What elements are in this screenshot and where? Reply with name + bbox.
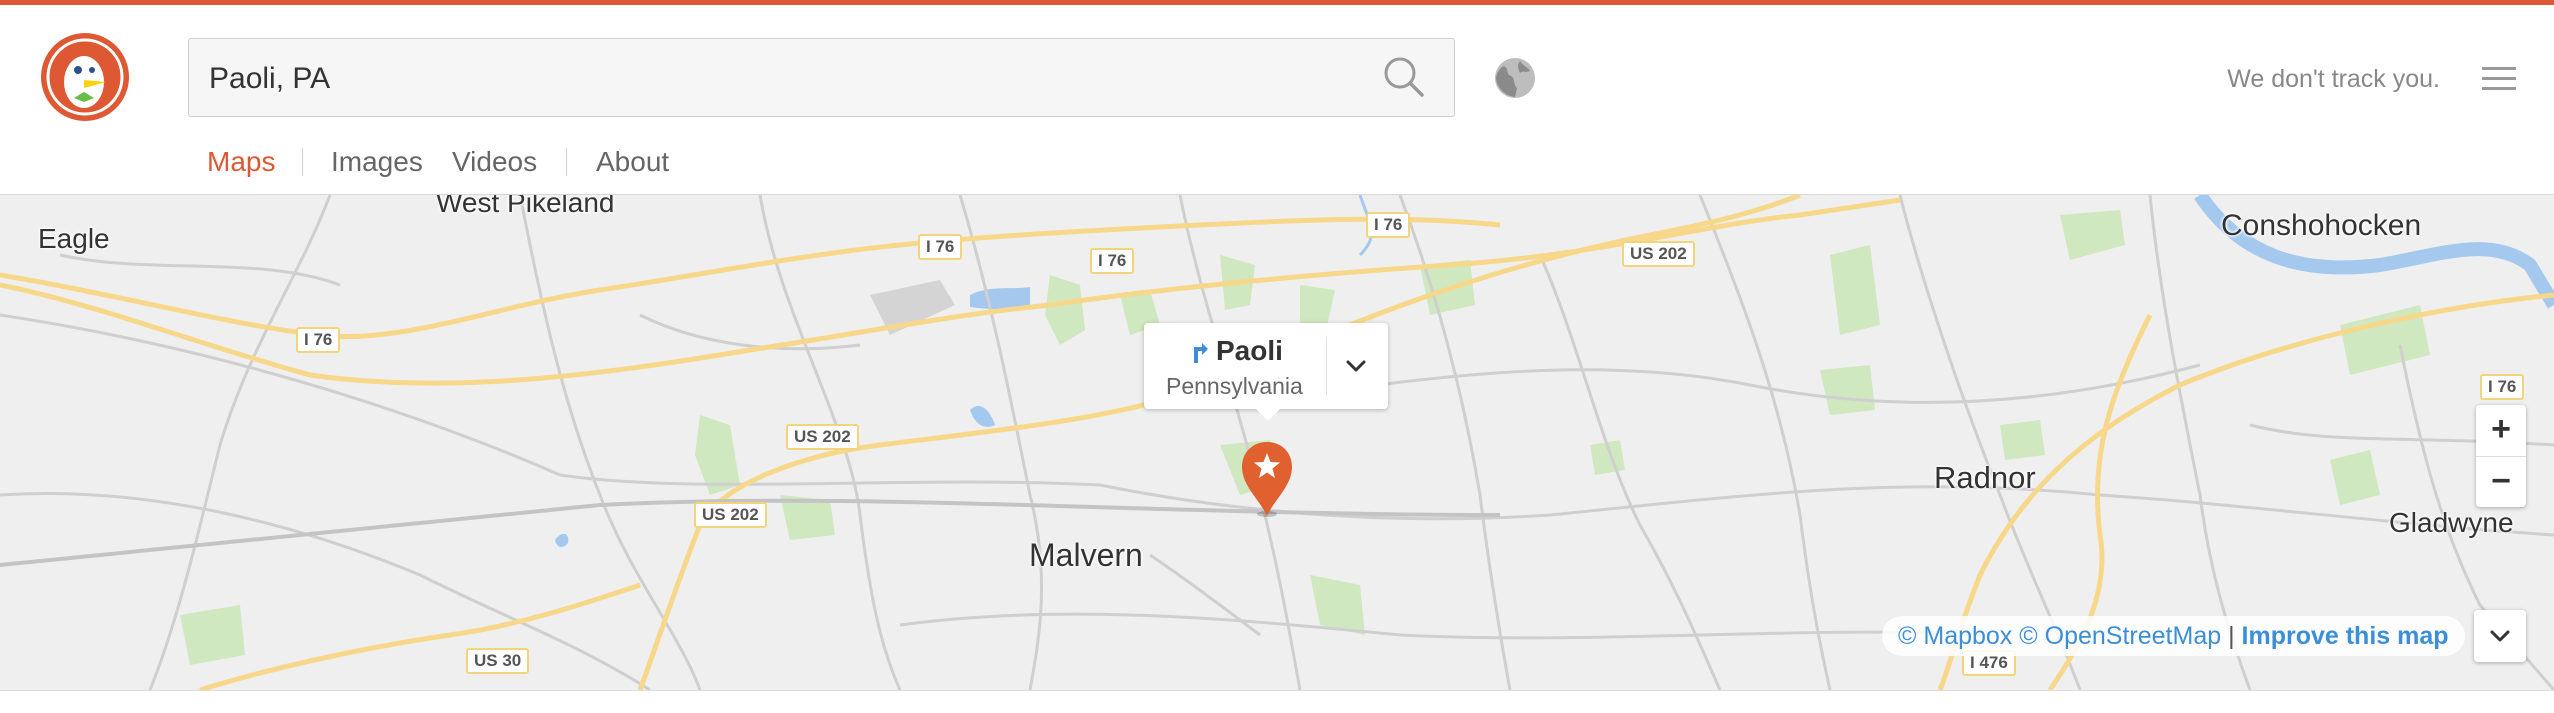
place-label: Radnor: [1934, 460, 2036, 495]
zoom-out-button[interactable]: −: [2476, 457, 2526, 507]
chevron-down-icon: [2490, 630, 2510, 642]
place-label: West Pikeland: [436, 195, 615, 218]
search-box: [188, 38, 1455, 118]
privacy-tagline: We don't track you.: [2227, 65, 2440, 93]
zoom-in-button[interactable]: +: [2476, 405, 2526, 455]
search-input[interactable]: [207, 39, 1361, 118]
hamburger-menu-icon[interactable]: [2482, 65, 2516, 93]
mapbox-link[interactable]: © Mapbox: [1898, 622, 2012, 650]
popup-divider: [1326, 337, 1327, 395]
road-shield: I 76: [296, 327, 341, 353]
collapse-map-button[interactable]: [2474, 610, 2526, 662]
page-bottom: [0, 690, 2554, 713]
road-shield: US 202: [1622, 241, 1695, 267]
road-shield: I 76: [2480, 374, 2525, 400]
map-pin-icon[interactable]: [1240, 440, 1294, 520]
map-attribution: © Mapbox © OpenStreetMap | Improve this …: [1882, 616, 2465, 656]
openstreetmap-link[interactable]: © OpenStreetMap: [2019, 622, 2221, 650]
improve-map-link[interactable]: Improve this map: [2242, 622, 2449, 650]
tab-maps[interactable]: Maps: [207, 140, 276, 201]
popup-subtitle: Pennsylvania: [1166, 373, 1303, 399]
nav-divider: [302, 148, 303, 176]
chevron-down-icon[interactable]: [1336, 351, 1376, 383]
place-label: Malvern: [1029, 537, 1143, 573]
road-shield: US 202: [694, 502, 767, 528]
tab-videos[interactable]: Videos: [452, 140, 537, 198]
tab-about[interactable]: About: [596, 140, 669, 198]
directions-icon[interactable]: [1188, 341, 1212, 365]
header: We don't track you. Maps Images Videos A…: [0, 5, 2554, 201]
road-shield: I 76: [1090, 248, 1135, 274]
place-label: Eagle: [38, 223, 110, 254]
attribution-separator: |: [2228, 622, 2235, 650]
search-icon[interactable]: [1382, 55, 1426, 99]
nav-divider: [566, 148, 567, 176]
road-shield: I 76: [1366, 212, 1411, 238]
location-popup[interactable]: Paoli Pennsylvania: [1144, 323, 1388, 421]
place-label: Conshohocken: [2221, 209, 2422, 242]
road-shield: US 30: [466, 648, 530, 674]
search-type-tabs: Maps Images Videos About: [0, 140, 800, 201]
place-label: Gladwyne: [2389, 507, 2514, 538]
popup-title: Paoli: [1216, 335, 1283, 366]
map-view[interactable]: West Pikeland Eagle Conshohocken Radnor …: [0, 195, 2554, 690]
road-shield: I 76: [918, 234, 963, 260]
globe-icon[interactable]: [1494, 57, 1536, 99]
zoom-controls: + −: [2476, 405, 2526, 507]
tab-images[interactable]: Images: [331, 140, 423, 198]
duckduckgo-logo[interactable]: [40, 32, 130, 122]
road-shield: US 202: [786, 424, 859, 450]
